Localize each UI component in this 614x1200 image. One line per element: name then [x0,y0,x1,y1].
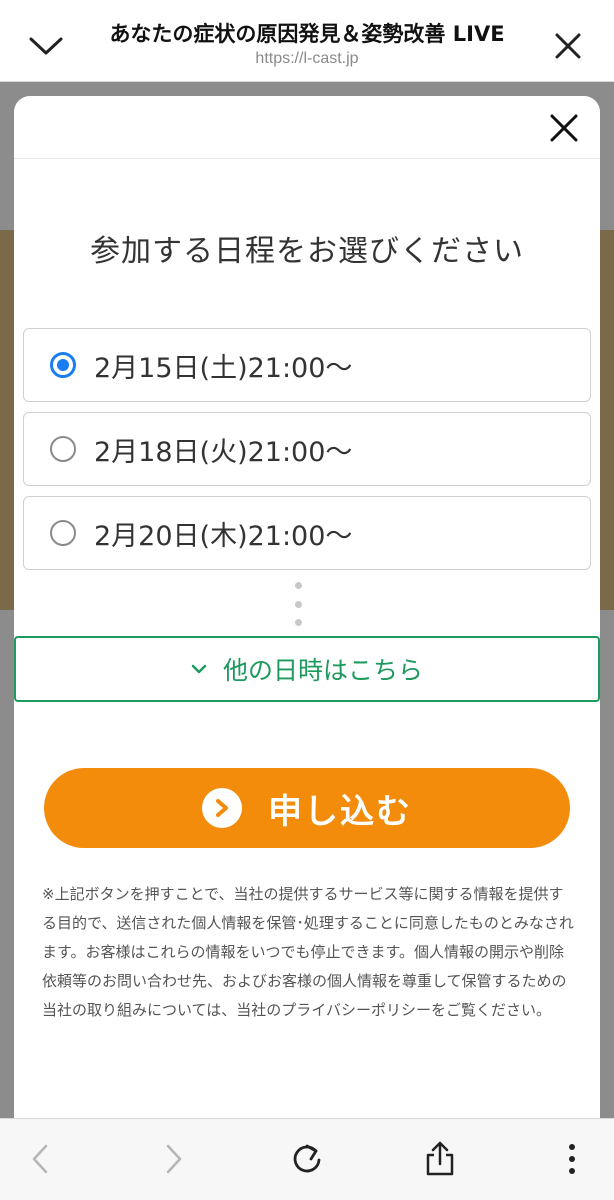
browser-toolbar [0,1118,614,1200]
date-option-label: 2月18日(火)21:00～ [94,436,353,468]
reload-button[interactable] [285,1137,329,1181]
date-option[interactable]: 2月15日(土)21:00～ [23,328,591,402]
minimize-button[interactable] [26,26,66,66]
more-vertical-icon [569,1144,575,1174]
privacy-disclaimer: ※上記ボタンを押すことで、当社の提供するサービス等に関する情報を提供する目的で、… [42,885,574,1019]
chevron-down-icon [191,664,207,674]
modal-heading: 参加する日程をお選びください [90,234,524,269]
more-options-button[interactable] [550,1137,594,1181]
more-dots-indicator [292,582,304,626]
share-button[interactable] [418,1137,462,1181]
forward-icon [166,1144,182,1174]
backdrop-page-edge [600,230,614,610]
apply-label: 申し込む [268,791,412,832]
date-option[interactable]: 2月20日(木)21:00～ [23,496,591,570]
close-icon [550,114,578,142]
back-button[interactable] [18,1137,62,1181]
reload-icon [293,1144,321,1173]
page-url: https://l-cast.jp [255,50,359,67]
back-icon [32,1144,48,1174]
close-browser-button[interactable] [548,26,588,66]
more-dates-button[interactable]: 他の日時はこちら [14,636,600,702]
forward-button[interactable] [152,1137,196,1181]
modal-divider [14,158,600,159]
apply-button[interactable]: 申し込む [44,768,570,848]
schedule-modal: 参加する日程をお選びください 2月15日(土)21:00～ 2月18日(火)21… [14,96,600,1126]
radio-unselected[interactable] [50,520,76,546]
arrow-right-circle-icon [202,788,242,828]
page-title: あなたの症状の原因発見＆姿勢改善 LIVE [109,22,505,46]
browser-header: あなたの症状の原因発見＆姿勢改善 LIVE https://l-cast.jp [0,0,614,82]
more-dates-label: 他の日時はこちら [222,656,423,685]
chevron-down-icon [29,37,63,55]
close-icon [555,33,581,59]
share-icon [426,1141,454,1176]
modal-close-button[interactable] [546,110,582,146]
date-option-label: 2月15日(土)21:00～ [94,352,353,384]
backdrop-page-edge [0,230,14,610]
radio-selected[interactable] [50,352,76,378]
radio-unselected[interactable] [50,436,76,462]
date-option[interactable]: 2月18日(火)21:00～ [23,412,591,486]
date-option-label: 2月20日(木)21:00～ [94,520,353,552]
